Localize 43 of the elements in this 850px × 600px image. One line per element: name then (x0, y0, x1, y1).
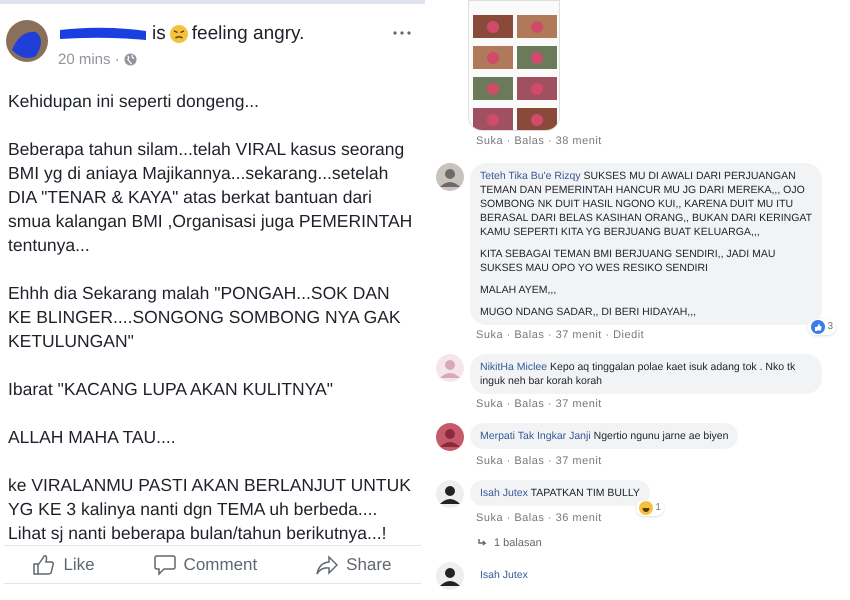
comment-text: Isah Jutex TAPATKAN TIM BULLY (480, 486, 640, 500)
comment-text: MALAH AYEM,,, (480, 283, 558, 298)
commenter-name[interactable]: Teteh Tika Bu'e Rizqy (480, 170, 581, 182)
post-action-button[interactable]: Share (316, 552, 392, 578)
reaction-number: 3 (827, 320, 833, 334)
thumbs-up-icon (33, 554, 56, 576)
avatar[interactable] (6, 20, 48, 62)
reaction-number: 1 (655, 501, 661, 516)
commenter-name[interactable]: Isah Jutex (480, 487, 528, 500)
commenter-name[interactable]: NikitHa Miclee (480, 361, 548, 374)
comment-text: Merpati Tak Ingkar Janji Ngertio ngunu jarne ae biyen (480, 429, 728, 444)
comment-text: NikitHa Miclee Kepo aq tinggalan polae kaet isuk adang tok . Nko tk inguk neh bar korah korah (480, 360, 796, 388)
comment-text: KITA SEBAGAI TEMAN BMI BERJUANG SENDIRI,, JADI MAU SUKSES MAU OPO YO WES RESIKO SENDIRI (480, 247, 776, 276)
speech-bubble-icon (154, 554, 176, 576)
post-time: 20 mins · (58, 50, 120, 70)
comment-meta: Suka · Balas · 36 menit (476, 511, 602, 526)
comment-meta: Suka · Balas · 38 menit (476, 134, 602, 149)
post-paragraph: Kehidupan ini seperti dongeng... (8, 90, 260, 113)
avatar[interactable] (436, 562, 464, 590)
commenter-name[interactable]: Isah Jutex (470, 562, 528, 584)
comment-text: Teteh Tika Bu'e Rizqy SUKSES MU DI AWALI DARI PERJUANGAN TEMAN DAN PEMERINTAH HANCUR MU JG DARI MEREKA,,, OJO SOMBONG NK DUIT HASIL NGONO KUI,, KARENA DUIT MU ITU BERASAL DARI BELAS KASIHAN ORANG,, BUKAN DARI KERINGAT KAMU SEPERTI KITA YG BERJUANG BUAT KELUARGA,,, (480, 169, 812, 240)
comment-text: MUGO NDANG SADAR,, DI BERI HIDAYAH,,, (480, 305, 698, 320)
commenter-name[interactable]: Merpati Tak Ingkar Janji (480, 430, 591, 442)
post-paragraph: Ehhh dia Sekarang malah "PONGAH...SOK DAN KE BLINGER....SONGONG SOMBONG NYA GAK KETULUNGAN" (8, 282, 402, 353)
comment-meta: Suka · Balas · 37 menit (476, 454, 602, 470)
feeling-text: feeling angry. (192, 22, 304, 46)
laughing-face-icon (639, 501, 654, 516)
post-action-button[interactable]: Like (33, 552, 95, 578)
share-arrow-icon (316, 554, 338, 576)
post-paragraph: Beberapa tahun silam...telah VIRAL kasus seorang BMI yg di aniaya Majikannya...sekarang...setelah DIA "TENAR & KAYA" atas berkat bantuan dari smua kalangan BMI ,Organisasi juga PEMERINTAH tentunya... (8, 138, 414, 257)
comment-meta: Suka · Balas · 37 menit · Diedit (476, 328, 644, 344)
avatar[interactable] (436, 423, 464, 452)
comment-meta: Suka · Balas · 37 menit (476, 397, 602, 412)
post-paragraph: ke VIRALANMU PASTI AKAN BERLANJUT UNTUK YG KE 3 kalinya nanti dgn TEMA uh berbeda.... Lihat sj nanti beberapa bulan/tahun berikutnya...! (8, 474, 412, 545)
angry-face-icon (170, 25, 188, 44)
replies-link[interactable]: 1 balasan (494, 534, 542, 552)
avatar[interactable] (436, 480, 464, 508)
post-paragraph: Ibarat "KACANG LUPA AKAN KULITNYA" (8, 378, 334, 401)
post-paragraph: ALLAH MAHA TAU.... (8, 426, 177, 449)
post-action-button[interactable]: Comment (154, 552, 258, 578)
reply-arrow-icon (478, 538, 488, 547)
feeling-verb: is (152, 22, 166, 46)
more-options-icon[interactable] (393, 30, 411, 36)
